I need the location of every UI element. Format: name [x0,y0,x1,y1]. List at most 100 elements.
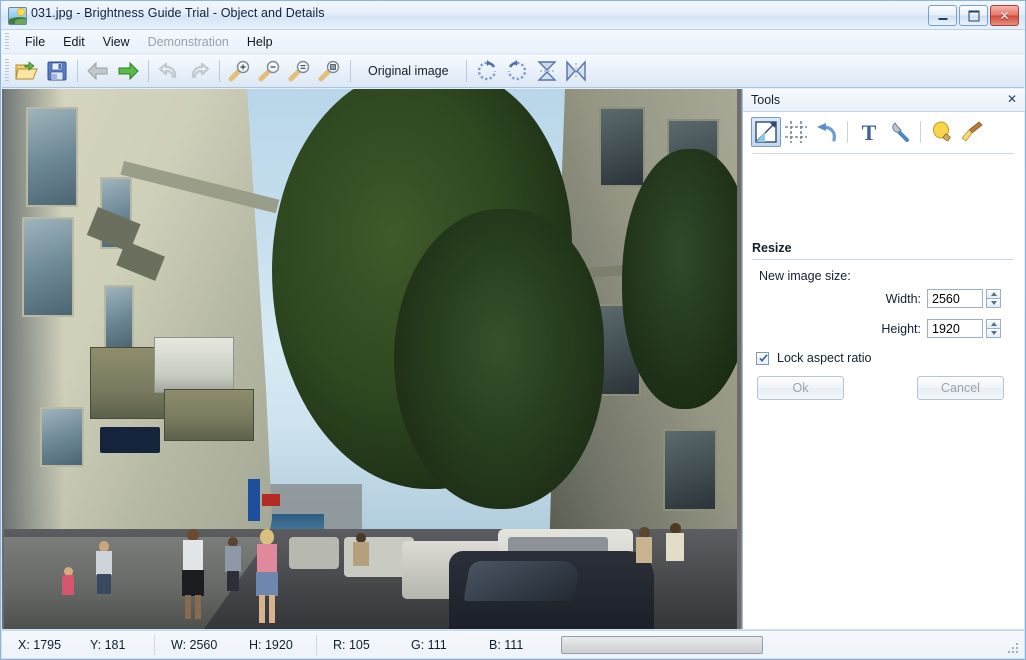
window-controls: ✕ [928,5,1019,26]
save-button[interactable] [42,58,72,85]
crop-tool-button[interactable] [781,117,811,147]
status-green: G: 111 [411,637,447,652]
zoom-actual-button[interactable] [285,58,315,85]
image-canvas[interactable]: Y109 41KP [2,89,742,629]
zoom-fit-button[interactable] [315,58,345,85]
maximize-button[interactable] [959,5,988,26]
rotate-left-icon [507,60,526,81]
tree-canopy [622,149,737,409]
zoom-in-icon [228,60,250,82]
flip-horizontal-icon [565,60,586,82]
toolbar-grip[interactable] [5,59,9,83]
flip-horizontal-button[interactable] [562,58,592,85]
resize-grip[interactable] [1008,643,1020,655]
height-stepper[interactable] [986,319,1001,338]
redo-icon [191,62,210,79]
brightness-bulb-icon [933,121,951,142]
window-pane [104,285,134,349]
minimize-button[interactable] [928,5,957,26]
toolbar-separator-3 [219,60,220,82]
width-stepper[interactable] [986,289,1001,308]
pedestrian [352,533,370,589]
rotate-tool-button[interactable] [811,117,841,147]
zoom-fit-icon [318,60,340,82]
cancel-button[interactable]: Cancel [917,376,1004,400]
undo-button [154,58,184,85]
tools-separator [847,121,848,143]
ok-button[interactable]: Ok [757,376,844,400]
toolbar-separator [77,60,78,82]
close-icon: ✕ [999,8,1010,23]
text-tool-button[interactable]: T [854,117,884,147]
previous-arrow-icon [87,61,108,81]
zoom-in-button[interactable] [225,58,255,85]
right-window [663,429,717,511]
previous-button [83,58,113,85]
width-decrement-button[interactable] [986,298,1001,308]
tools-panel-header: Tools ✕ [743,89,1025,112]
width-increment-button[interactable] [986,289,1001,298]
street-sign-blue [248,479,260,521]
zoom-out-button[interactable] [255,58,285,85]
pedestrian [224,537,242,599]
width-input[interactable] [927,289,983,308]
flip-vertical-button[interactable] [532,58,562,85]
settings-tool-button[interactable] [884,117,914,147]
lock-aspect-ratio-row[interactable]: Lock aspect ratio [756,351,872,365]
tools-separator-2 [920,121,921,143]
lock-aspect-ratio-checkbox[interactable] [756,351,769,365]
close-button[interactable]: ✕ [990,5,1019,26]
width-row: Width: [873,289,1001,308]
rotate-left-button[interactable] [502,58,532,85]
window-pane [26,107,78,207]
next-arrow-icon [118,61,139,81]
menu-item-edit[interactable]: Edit [54,32,94,52]
pedestrian [180,529,206,621]
progress-bar [561,635,763,654]
lock-aspect-ratio-label: Lock aspect ratio [777,351,872,365]
menu-grip[interactable] [5,33,9,50]
photo-street-scene[interactable]: Y109 41KP [4,89,737,629]
tools-panel-close-icon[interactable]: ✕ [1007,92,1017,106]
redo-button [184,58,214,85]
brightness-tool-button[interactable] [927,117,957,147]
flip-vertical-icon [536,61,557,81]
menu-item-file[interactable]: File [16,32,54,52]
open-button[interactable] [12,58,42,85]
app-icon [8,7,27,25]
menu-item-help[interactable]: Help [238,32,282,52]
title-bar: 031.jpg - Brightness Guide Trial - Objec… [1,1,1025,30]
menu-item-demonstration: Demonstration [147,34,229,49]
rotate-tool-icon [817,123,836,142]
resize-section-title: Resize [752,241,792,255]
new-image-size-label: New image size: [759,269,851,283]
resize-tool-button[interactable] [751,117,781,147]
svg-text:T: T [862,120,877,144]
brush-tool-icon [961,121,983,142]
status-red: R: 105 [333,637,370,652]
status-blue: B: 111 [489,637,524,652]
window-pane [40,407,84,467]
status-x: X: 1795 [18,637,62,652]
brush-tool-button[interactable] [957,117,987,147]
undo-icon [158,62,177,79]
rotate-right-button[interactable] [472,58,502,85]
crop-tool-icon [785,121,807,143]
window-title: 031.jpg - Brightness Guide Trial - Objec… [31,6,325,20]
rotate-right-icon [477,60,496,81]
main-toolbar: Original image [2,55,1024,88]
save-icon [47,61,67,81]
status-bar: X: 1795 Y: 181 W: 2560 H: 1920 R: 105 G:… [2,630,1024,658]
original-image-label: Original image [368,64,449,78]
height-input[interactable] [927,319,983,338]
right-window [599,107,645,187]
status-height: H: 1920 [249,637,293,652]
height-increment-button[interactable] [986,319,1001,328]
height-decrement-button[interactable] [986,328,1001,338]
menu-item-view[interactable]: View [94,32,139,52]
next-button[interactable] [113,58,143,85]
height-label: Height: [881,321,921,336]
width-label: Width: [885,291,921,306]
shop-sign [100,427,160,453]
tools-divider [752,153,1014,154]
